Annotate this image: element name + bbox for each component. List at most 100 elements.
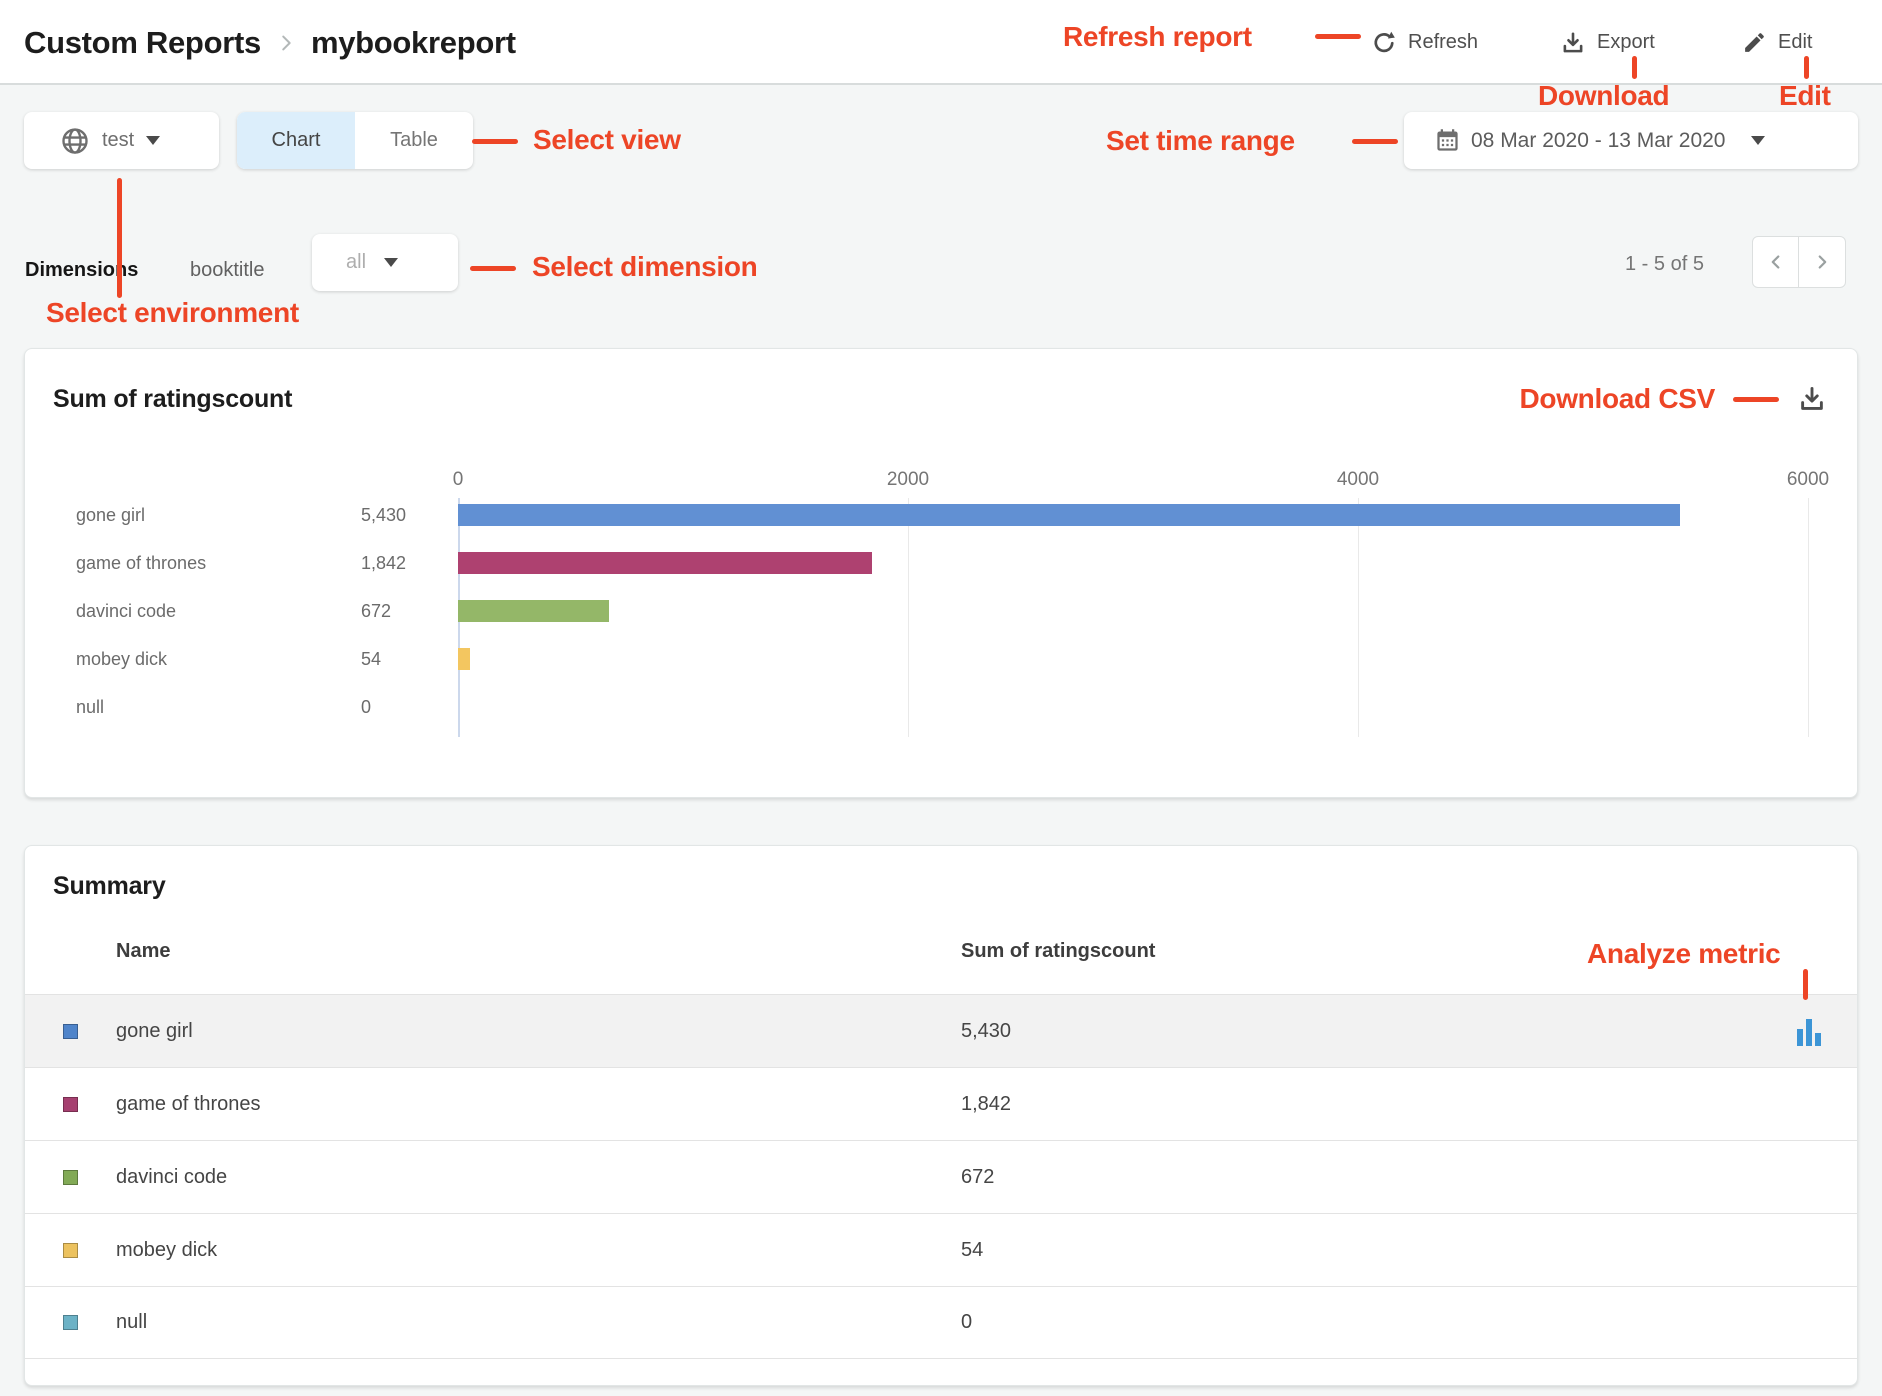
annotation-line-analyze-metric bbox=[1803, 969, 1808, 1000]
pencil-icon bbox=[1742, 30, 1767, 55]
annotation-line-select-environment bbox=[117, 178, 122, 298]
download-csv-group: Download CSV bbox=[1519, 383, 1827, 415]
chart-row: davinci code 672 bbox=[25, 587, 1808, 635]
table-row[interactable]: davinci code 672 bbox=[25, 1140, 1857, 1213]
annotation-line-select-dimension bbox=[470, 266, 516, 271]
pagination bbox=[1752, 236, 1846, 288]
chart-row: null 0 bbox=[25, 683, 1808, 731]
custom-report-page: Custom Reports mybookreport Refresh Expo… bbox=[0, 0, 1882, 1396]
row-name: null bbox=[116, 1311, 147, 1334]
row-value: 1,842 bbox=[961, 1093, 1011, 1116]
table-row[interactable]: gone girl 5,430 bbox=[25, 994, 1857, 1067]
annotation-line-download-csv bbox=[1733, 397, 1779, 402]
bar-davinci-code[interactable] bbox=[458, 600, 609, 622]
environment-select[interactable]: test bbox=[24, 112, 219, 169]
pagination-text: 1 - 5 of 5 bbox=[1625, 253, 1704, 276]
summary-title: Summary bbox=[53, 872, 166, 901]
breadcrumb: Custom Reports mybookreport bbox=[24, 0, 516, 85]
chart-row-value: 54 bbox=[361, 649, 458, 670]
chevron-down-icon bbox=[146, 136, 160, 145]
series-swatch bbox=[63, 1097, 78, 1112]
x-tick: 0 bbox=[453, 469, 464, 491]
chart-row-label: game of thrones bbox=[25, 553, 361, 574]
row-name: gone girl bbox=[116, 1020, 193, 1043]
export-label: Export bbox=[1597, 31, 1655, 54]
globe-icon bbox=[60, 126, 90, 156]
dimension-filter-select[interactable]: all bbox=[312, 234, 458, 291]
chevron-down-icon bbox=[1751, 136, 1765, 145]
download-icon bbox=[1560, 30, 1586, 56]
export-button[interactable]: Export bbox=[1560, 0, 1655, 85]
row-name: mobey dick bbox=[116, 1239, 217, 1262]
annotation-line-download bbox=[1632, 56, 1637, 79]
x-tick: 2000 bbox=[887, 469, 929, 491]
pagination-next-button[interactable] bbox=[1799, 237, 1845, 287]
column-header-sum: Sum of ratingscount bbox=[961, 940, 1155, 963]
series-swatch bbox=[63, 1024, 78, 1039]
breadcrumb-chevron-icon bbox=[275, 32, 297, 54]
refresh-button[interactable]: Refresh bbox=[1371, 0, 1478, 85]
chart-row: gone girl 5,430 bbox=[25, 491, 1808, 539]
edit-label: Edit bbox=[1778, 31, 1812, 54]
annotation-select-view: Select view bbox=[533, 124, 681, 156]
row-value: 0 bbox=[961, 1311, 972, 1334]
summary-table: gone girl 5,430 game of thrones 1,842 da… bbox=[25, 994, 1857, 1359]
pagination-prev-button[interactable] bbox=[1753, 237, 1799, 287]
column-header-name: Name bbox=[116, 940, 170, 963]
chart-row-value: 0 bbox=[361, 697, 458, 718]
chart-row-value: 1,842 bbox=[361, 553, 458, 574]
view-toggle: Chart Table bbox=[237, 112, 473, 169]
chart-rows: gone girl 5,430 game of thrones 1,842 da… bbox=[25, 491, 1808, 731]
bar-gone-girl[interactable] bbox=[458, 504, 1680, 526]
tab-chart[interactable]: Chart bbox=[237, 112, 355, 169]
row-value: 5,430 bbox=[961, 1020, 1011, 1043]
analyze-metric-button[interactable] bbox=[1797, 1019, 1821, 1046]
annotation-set-time-range: Set time range bbox=[1106, 125, 1295, 157]
tab-table[interactable]: Table bbox=[355, 112, 473, 169]
date-range-value: 08 Mar 2020 - 13 Mar 2020 bbox=[1471, 129, 1725, 153]
annotation-line-select-view bbox=[472, 139, 518, 144]
chart-row: game of thrones 1,842 bbox=[25, 539, 1808, 587]
annotation-line-time-range bbox=[1352, 139, 1398, 144]
annotation-edit: Edit bbox=[1779, 80, 1831, 112]
chart-x-axis: 0 2000 4000 6000 bbox=[458, 463, 1808, 491]
row-value: 672 bbox=[961, 1166, 994, 1189]
annotation-refresh-report: Refresh report bbox=[1063, 21, 1252, 53]
bar-mobey-dick[interactable] bbox=[458, 648, 470, 670]
x-tick: 6000 bbox=[1787, 469, 1829, 491]
chart-row-label: mobey dick bbox=[25, 649, 361, 670]
annotation-line-edit bbox=[1804, 56, 1809, 79]
chart-row-label: null bbox=[25, 697, 361, 718]
download-csv-button[interactable] bbox=[1797, 384, 1827, 414]
summary-card: Summary Name Sum of ratingscount Analyze… bbox=[24, 845, 1858, 1386]
breadcrumb-root[interactable]: Custom Reports bbox=[24, 25, 261, 61]
chevron-left-icon bbox=[1765, 251, 1787, 273]
table-row[interactable]: null 0 bbox=[25, 1286, 1857, 1359]
breadcrumb-current: mybookreport bbox=[311, 25, 516, 61]
annotation-select-environment: Select environment bbox=[46, 297, 299, 329]
refresh-label: Refresh bbox=[1408, 31, 1478, 54]
chevron-right-icon bbox=[1811, 251, 1833, 273]
table-row[interactable]: game of thrones 1,842 bbox=[25, 1067, 1857, 1140]
series-swatch bbox=[63, 1315, 78, 1330]
bar-game-of-thrones[interactable] bbox=[458, 552, 872, 574]
dimension-filter-value: all bbox=[346, 251, 366, 274]
annotation-download-csv: Download CSV bbox=[1519, 383, 1715, 415]
chart-row-value: 672 bbox=[361, 601, 458, 622]
dimension-name: booktitle bbox=[190, 259, 265, 282]
table-row[interactable]: mobey dick 54 bbox=[25, 1213, 1857, 1286]
annotation-line-refresh bbox=[1315, 34, 1361, 39]
series-swatch bbox=[63, 1170, 78, 1185]
chevron-down-icon bbox=[384, 258, 398, 267]
date-range-select[interactable]: 08 Mar 2020 - 13 Mar 2020 bbox=[1404, 112, 1858, 169]
gridline bbox=[1808, 498, 1809, 737]
annotation-analyze-metric: Analyze metric bbox=[1587, 938, 1780, 970]
chart-row: mobey dick 54 bbox=[25, 635, 1808, 683]
row-value: 54 bbox=[961, 1239, 983, 1262]
edit-button[interactable]: Edit bbox=[1742, 0, 1812, 85]
environment-value: test bbox=[102, 129, 134, 152]
header: Custom Reports mybookreport Refresh Expo… bbox=[0, 0, 1882, 85]
row-name: game of thrones bbox=[116, 1093, 261, 1116]
refresh-icon bbox=[1371, 30, 1397, 56]
chart-card: Sum of ratingscount Download CSV 0 2000 … bbox=[24, 348, 1858, 798]
